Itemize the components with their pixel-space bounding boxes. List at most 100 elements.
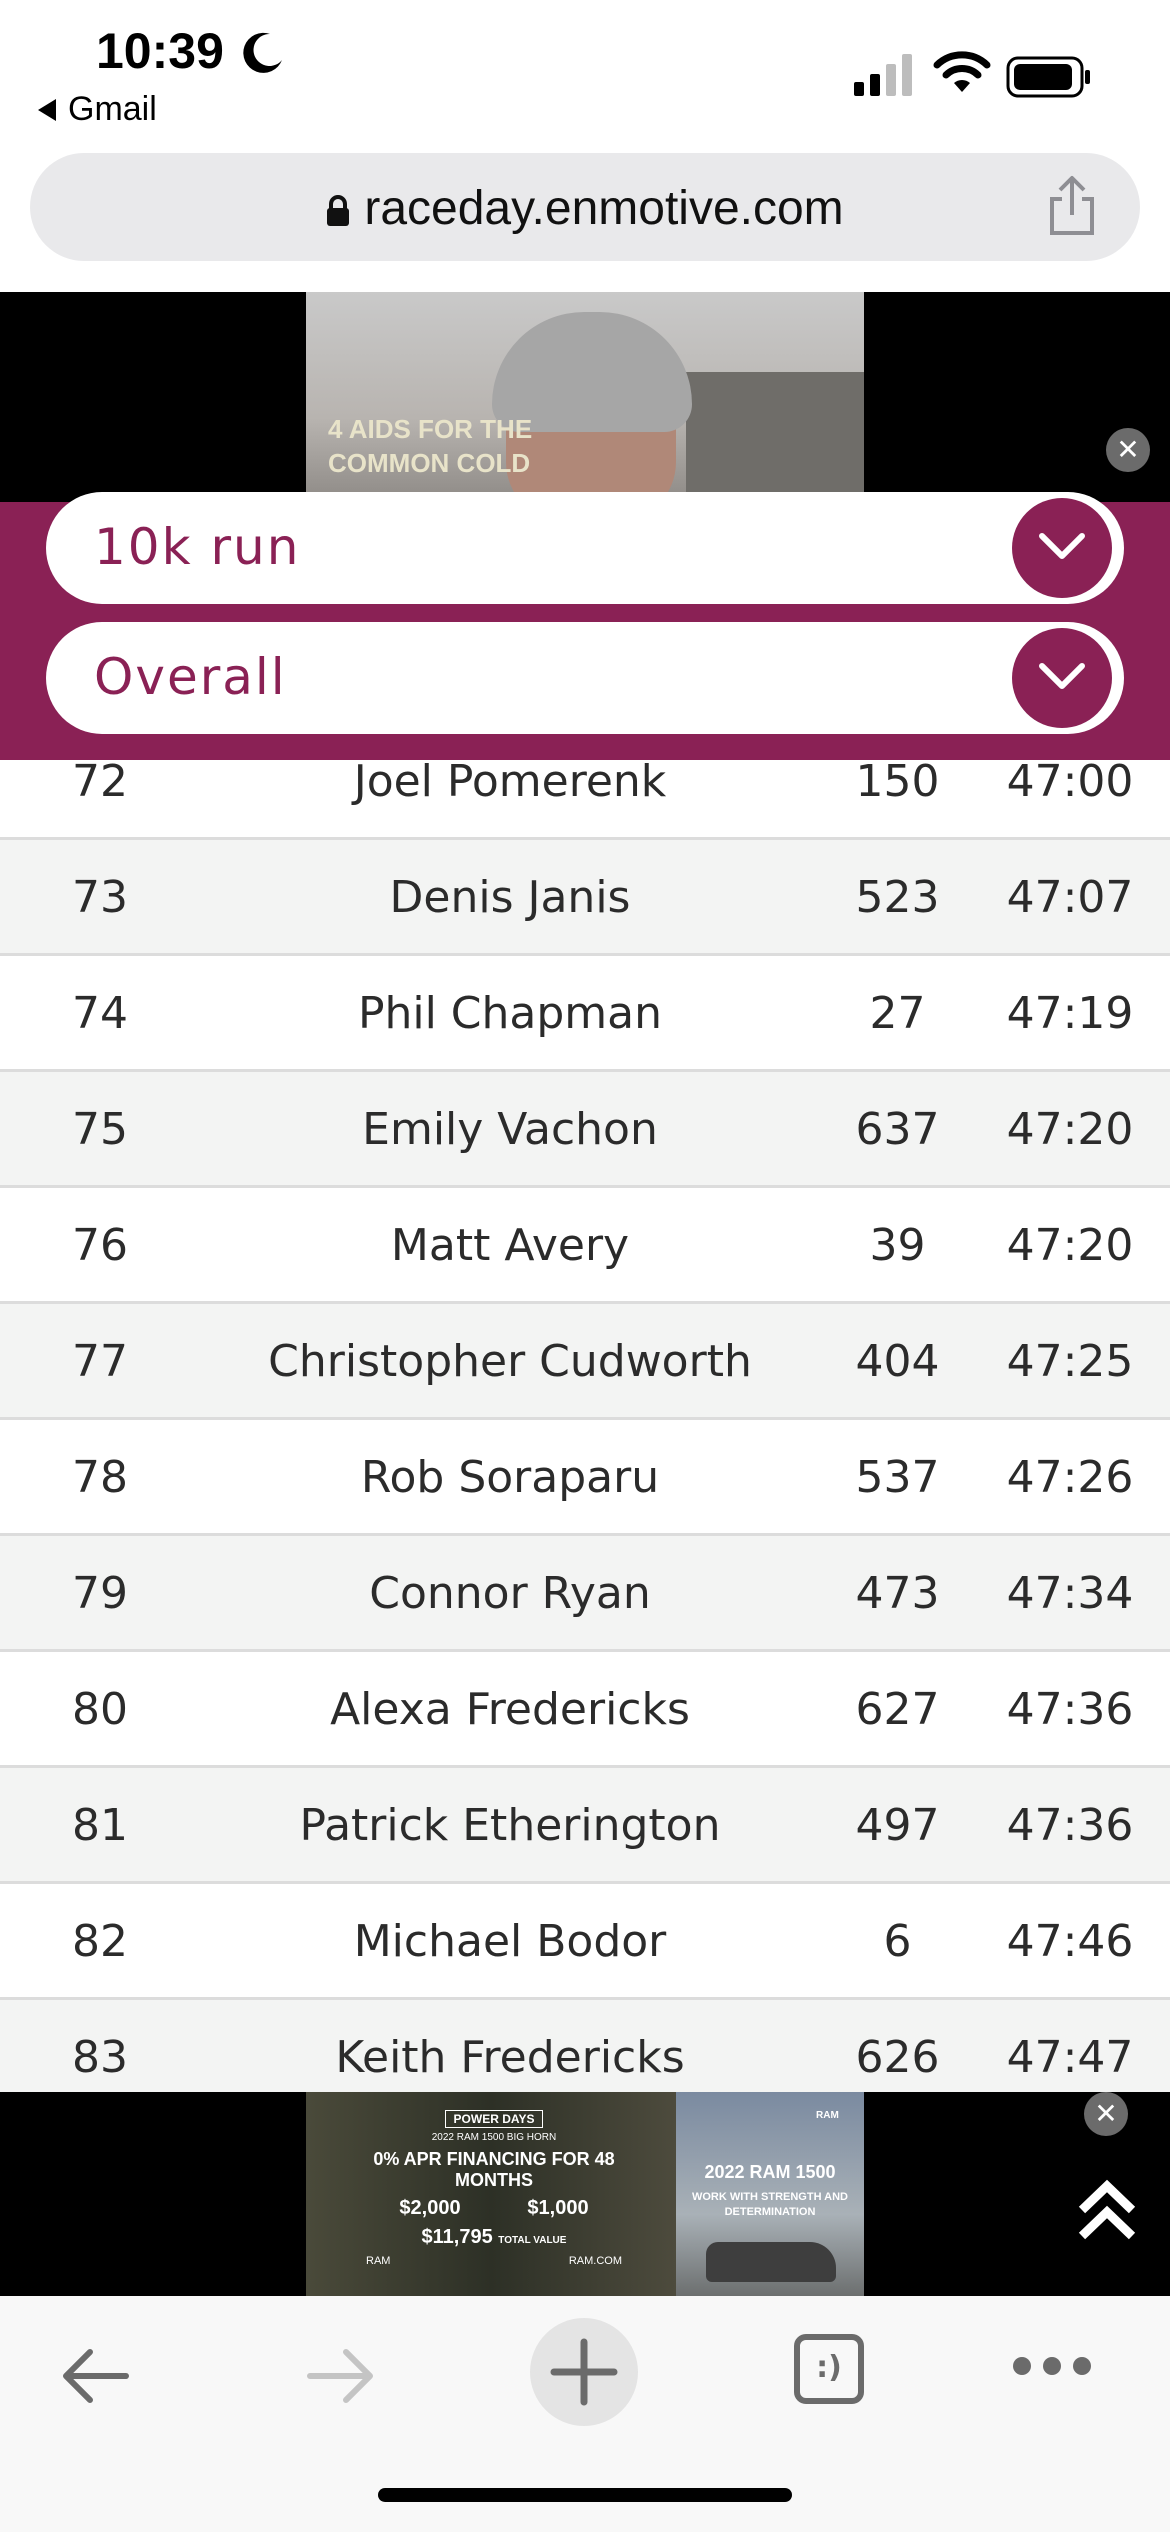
top-advertisement[interactable]: 4 AIDS FOR THE COMMON COLD ✕ [0, 292, 1170, 502]
bib-cell: 537 [855, 1452, 940, 1503]
time-cell: 47:36 [1006, 1800, 1134, 1851]
forward-arrow-icon[interactable] [300, 2336, 380, 2416]
status-bar: 10:39 Gmail [0, 0, 1170, 150]
ad-image[interactable]: 4 AIDS FOR THE COMMON COLD [306, 292, 864, 502]
table-row[interactable]: 78 Rob Soraparu 537 47:26 [0, 1420, 1170, 1536]
ad-brand: RAM [366, 2255, 391, 2267]
category-select-value: Overall [94, 648, 287, 706]
bib-cell: 150 [855, 760, 940, 807]
ad-badge: POWER DAYS [444, 2110, 544, 2128]
place-cell: 80 [72, 1684, 128, 1735]
more-icon[interactable] [1010, 2352, 1094, 2380]
bib-cell: 473 [855, 1568, 940, 1619]
table-row[interactable]: 83 Keith Fredericks 626 47:47 [0, 2000, 1170, 2092]
place-cell: 83 [72, 2032, 128, 2083]
race-select[interactable]: 10k run [46, 492, 1124, 604]
url-text: raceday.enmotive.com [364, 182, 844, 235]
place-cell: 78 [72, 1452, 128, 1503]
back-triangle-icon [38, 98, 56, 121]
time-cell: 47:20 [1006, 1220, 1134, 1271]
truck-image [706, 2242, 836, 2282]
table-row[interactable]: 82 Michael Bodor 6 47:46 [0, 1884, 1170, 2000]
place-cell: 74 [72, 988, 128, 1039]
home-indicator[interactable] [378, 2488, 792, 2502]
lock-icon [327, 195, 350, 227]
bib-cell: 627 [855, 1684, 940, 1735]
table-row[interactable]: 74 Phil Chapman 27 47:19 [0, 956, 1170, 1072]
place-cell: 73 [72, 872, 128, 923]
bib-cell: 404 [855, 1336, 940, 1387]
table-row[interactable]: 75 Emily Vachon 637 47:20 [0, 1072, 1170, 1188]
table-row[interactable]: 81 Patrick Etherington 497 47:36 [0, 1768, 1170, 1884]
time-cell: 47:20 [1006, 1104, 1134, 1155]
name-cell: Connor Ryan [369, 1568, 651, 1619]
table-row[interactable]: 73 Denis Janis 523 47:07 [0, 840, 1170, 956]
place-cell: 81 [72, 1800, 128, 1851]
time-cell: 47:19 [1006, 988, 1134, 1039]
time-cell: 47:07 [1006, 872, 1134, 923]
bib-cell: 497 [855, 1800, 940, 1851]
time-cell: 47:36 [1006, 1684, 1134, 1735]
ad-total: $11,795 [421, 2226, 493, 2248]
time-cell: 47:47 [1006, 2032, 1134, 2083]
ad-model-line: 2022 RAM 1500 BIG HORN [431, 2132, 557, 2143]
place-cell: 82 [72, 1916, 128, 1967]
bib-cell: 637 [855, 1104, 940, 1155]
moon-icon [243, 32, 282, 73]
cellular-signal-icon [854, 54, 912, 96]
ad-total-label: TOTAL VALUE [498, 2235, 567, 2246]
place-cell: 76 [72, 1220, 128, 1271]
place-cell: 72 [72, 760, 128, 807]
scroll-to-top-icon[interactable] [1072, 2174, 1142, 2244]
chevron-down-icon[interactable] [1012, 628, 1112, 728]
table-row[interactable]: 76 Matt Avery 39 47:20 [0, 1188, 1170, 1304]
close-ad-button[interactable]: ✕ [1084, 2092, 1128, 2136]
clock: 10:39 [96, 23, 224, 79]
ad-image[interactable]: POWER DAYS 2022 RAM 1500 BIG HORN 0% APR… [306, 2092, 864, 2296]
table-row[interactable]: 72 Joel Pomerenk 150 47:00 [0, 760, 1170, 840]
bottom-advertisement[interactable]: POWER DAYS 2022 RAM 1500 BIG HORN 0% APR… [0, 2092, 1170, 2296]
place-cell: 75 [72, 1104, 128, 1155]
race-select-value: 10k run [94, 518, 301, 576]
battery-icon [1006, 56, 1090, 98]
table-row[interactable]: 79 Connor Ryan 473 47:34 [0, 1536, 1170, 1652]
name-cell: Alexa Fredericks [330, 1684, 690, 1735]
ad-financing: 0% APR FINANCING FOR 48 MONTHS [373, 2149, 615, 2190]
time-cell: 47:26 [1006, 1452, 1134, 1503]
results-table: 72 Joel Pomerenk 150 47:00 73 Denis Jani… [0, 760, 1170, 2092]
new-tab-plus-icon[interactable] [528, 2316, 640, 2428]
table-row[interactable]: 77 Christopher Cudworth 404 47:25 [0, 1304, 1170, 1420]
ad-truck-subline: WORK WITH STRENGTH AND DETERMINATION [691, 2191, 849, 2218]
ad-promo-text: POWER DAYS 2022 RAM 1500 BIG HORN 0% APR… [366, 2110, 622, 2286]
chevron-down-icon[interactable] [1012, 498, 1112, 598]
close-ad-button[interactable]: ✕ [1106, 428, 1150, 472]
results-filters: 10k run Overall [0, 492, 1170, 760]
name-cell: Emily Vachon [362, 1104, 658, 1155]
back-to-app-button[interactable]: Gmail [38, 90, 157, 129]
name-cell: Michael Bodor [353, 1916, 667, 1967]
name-cell: Joel Pomerenk [353, 760, 667, 807]
table-row[interactable]: 80 Alexa Fredericks 627 47:36 [0, 1652, 1170, 1768]
time-cell: 47:34 [1006, 1568, 1134, 1619]
bib-cell: 626 [855, 2032, 940, 2083]
address-bar[interactable]: raceday.enmotive.com [30, 153, 1140, 261]
bib-cell: 39 [869, 1220, 926, 1271]
bib-cell: 6 [883, 1916, 912, 1967]
category-select[interactable]: Overall [46, 622, 1124, 734]
back-arrow-icon[interactable] [56, 2336, 136, 2416]
time-cell: 47:00 [1006, 760, 1134, 807]
time-cell: 47:25 [1006, 1336, 1134, 1387]
name-cell: Matt Avery [390, 1220, 630, 1271]
tabs-icon[interactable]: :) [794, 2334, 864, 2404]
ram-logo: RAM [816, 2110, 839, 2121]
name-cell: Phil Chapman [357, 988, 663, 1039]
ad-headline: 4 AIDS FOR THE COMMON COLD [328, 414, 533, 478]
ad-truck-headline: 2022 RAM 1500 [704, 2162, 836, 2182]
ad-site: RAM.COM [568, 2255, 622, 2267]
bib-cell: 27 [869, 988, 926, 1039]
name-cell: Denis Janis [389, 872, 631, 923]
name-cell: Patrick Etherington [299, 1800, 721, 1851]
ad-building [686, 372, 864, 502]
bib-cell: 523 [855, 872, 940, 923]
share-icon[interactable] [1044, 175, 1100, 237]
